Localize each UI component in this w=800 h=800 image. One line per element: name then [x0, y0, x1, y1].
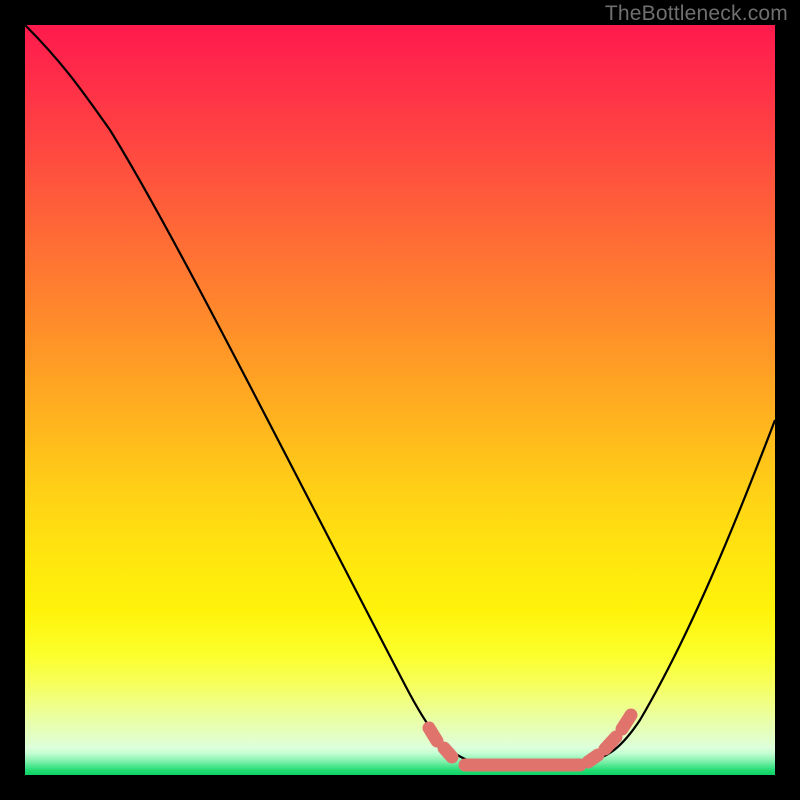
highlight-dash	[605, 737, 616, 749]
watermark-text: TheBottleneck.com	[605, 2, 788, 26]
chart-frame: TheBottleneck.com	[0, 0, 800, 800]
highlight-dash	[588, 755, 598, 762]
highlight-dash	[622, 715, 631, 729]
highlight-marks	[25, 25, 775, 775]
highlight-dash	[429, 728, 437, 741]
highlight-segment-group	[429, 715, 631, 765]
highlight-dash	[444, 748, 452, 757]
plot-area	[25, 25, 775, 775]
